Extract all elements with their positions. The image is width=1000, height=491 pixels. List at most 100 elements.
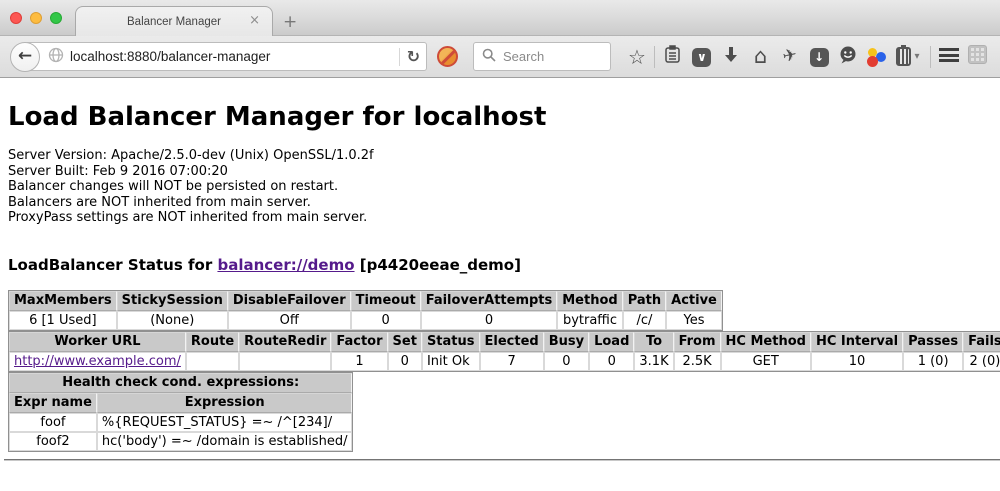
page-title: Load Balancer Manager for localhost <box>8 102 992 132</box>
server-version-line: Server Version: Apache/2.5.0-dev (Unix) … <box>8 148 992 164</box>
bookmark-star-icon[interactable]: ☆ <box>625 47 649 67</box>
table-row: foof2 hc('body') =~ /domain is establish… <box>9 432 352 451</box>
table-header-row: Expr name Expression <box>9 393 352 413</box>
expression-cell: %{REQUEST_STATUS} =~ /^[234]/ <box>97 413 353 432</box>
globe-icon <box>48 47 64 67</box>
browser-window: Balancer Manager × + ← localhost:8880/ba… <box>0 0 1000 491</box>
passes-cell: 1 (0) <box>903 352 963 371</box>
fails-cell: 2 (0) <box>963 352 1000 371</box>
tab-title: Balancer Manager <box>127 16 221 28</box>
column-header: Factor <box>331 332 387 352</box>
column-header: Method <box>557 291 622 311</box>
reading-list-icon[interactable] <box>661 45 685 68</box>
reload-button[interactable]: ↻ <box>407 49 420 65</box>
column-header: Fails <box>963 332 1000 352</box>
save-page-icon[interactable]: ↓ <box>807 46 831 67</box>
column-header: From <box>674 332 721 352</box>
elected-cell: 7 <box>480 352 544 371</box>
home-icon[interactable]: ⌂ <box>748 46 772 67</box>
server-info: Server Version: Apache/2.5.0-dev (Unix) … <box>8 148 992 226</box>
server-built-line: Server Built: Feb 9 2016 07:00:20 <box>8 164 992 180</box>
persist-note-line: Balancer changes will NOT be persisted o… <box>8 179 992 195</box>
factor-cell: 1 <box>331 352 387 371</box>
set-cell: 0 <box>388 352 422 371</box>
bottom-divider <box>4 459 1000 461</box>
maxmembers-cell: 6 [1 Used] <box>9 311 117 330</box>
column-header: Route <box>186 332 239 352</box>
downloads-icon[interactable] <box>719 46 743 68</box>
column-header: Set <box>388 332 422 352</box>
expr-name-cell: foof <box>9 413 97 432</box>
path-cell: /c/ <box>623 311 666 330</box>
back-button[interactable]: ← <box>10 42 40 72</box>
method-cell: bytraffic <box>557 311 622 330</box>
menu-hamburger-icon[interactable] <box>937 47 961 66</box>
chevron-down-icon[interactable]: ▾ <box>914 51 919 62</box>
window-controls <box>10 12 62 24</box>
pocket-icon[interactable]: ∨ <box>690 46 714 67</box>
table-row: foof %{REQUEST_STATUS} =~ /^[234]/ <box>9 413 352 432</box>
from-cell: 2.5K <box>674 352 721 371</box>
navigation-toolbar: ← localhost:8880/balancer-manager ↻ Sear… <box>0 36 1000 78</box>
column-header: Status <box>422 332 480 352</box>
balancer-status-heading: LoadBalancer Status for balancer://demo … <box>8 256 992 274</box>
routeredir-cell <box>239 352 331 371</box>
column-header: MaxMembers <box>9 291 117 311</box>
balancer-settings-table: MaxMembers StickySession DisableFailover… <box>8 290 723 331</box>
column-header: Path <box>623 291 666 311</box>
titlebar: Balancer Manager × + <box>0 0 1000 36</box>
column-header: Expr name <box>9 393 97 413</box>
url-bar[interactable]: localhost:8880/balancer-manager ↻ <box>25 42 427 71</box>
page-content: Load Balancer Manager for localhost Serv… <box>0 78 1000 461</box>
battery-icon <box>896 47 911 66</box>
column-header: StickySession <box>117 291 228 311</box>
close-tab-icon[interactable]: × <box>249 13 260 28</box>
column-header: HC Interval <box>811 332 903 352</box>
worker-url-link[interactable]: http://www.example.com/ <box>14 354 181 369</box>
failoverattempts-cell: 0 <box>421 311 558 330</box>
urlbar-divider <box>399 48 400 66</box>
new-tab-button[interactable]: + <box>283 14 297 31</box>
proxypass-note-line: ProxyPass settings are NOT inherited fro… <box>8 210 992 226</box>
tab-balancer-manager[interactable]: Balancer Manager × <box>75 6 273 36</box>
container-extension-icon[interactable]: ▾ <box>891 47 925 66</box>
close-window-button[interactable] <box>10 12 22 24</box>
zoom-window-button[interactable] <box>50 12 62 24</box>
table-row: 6 [1 Used] (None) Off 0 0 bytraffic /c/ … <box>9 311 722 330</box>
health-check-table: Health check cond. expressions: Expr nam… <box>8 372 353 452</box>
expr-name-cell: foof2 <box>9 432 97 451</box>
status-cell: Init Ok <box>422 352 480 371</box>
stickysession-cell: (None) <box>117 311 228 330</box>
to-cell: 3.1K <box>634 352 673 371</box>
plugin-blocked-icon[interactable] <box>437 46 458 67</box>
load-cell: 0 <box>589 352 634 371</box>
hc-method-cell: GET <box>721 352 811 371</box>
balancer-demo-link[interactable]: balancer://demo <box>217 256 354 274</box>
minimize-window-button[interactable] <box>30 12 42 24</box>
toolbar-divider <box>930 46 931 68</box>
status-suffix: [p4420eeae_demo] <box>355 256 521 274</box>
column-header: RouteRedir <box>239 332 331 352</box>
status-prefix: LoadBalancer Status for <box>8 256 217 274</box>
route-cell <box>186 352 239 371</box>
hc-interval-cell: 10 <box>811 352 903 371</box>
column-header: Busy <box>544 332 589 352</box>
worker-status-table: Worker URL Route RouteRedir Factor Set S… <box>8 331 1000 372</box>
table-header-row: Worker URL Route RouteRedir Factor Set S… <box>9 332 1000 352</box>
send-tab-icon[interactable]: ✈ <box>776 46 803 68</box>
column-header: Elected <box>480 332 544 352</box>
tab-groups-icon[interactable] <box>966 45 990 68</box>
active-cell: Yes <box>666 311 722 330</box>
search-bar[interactable]: Search <box>473 42 611 71</box>
colored-dots-extension-icon[interactable] <box>866 47 886 67</box>
health-table-caption: Health check cond. expressions: <box>9 373 352 393</box>
back-icon: ← <box>18 48 32 65</box>
chat-smiley-icon[interactable] <box>836 45 860 69</box>
disablefailover-cell: Off <box>228 311 351 330</box>
url-text[interactable]: localhost:8880/balancer-manager <box>70 49 392 64</box>
inherit-note-line: Balancers are NOT inherited from main se… <box>8 195 992 211</box>
toolbar-divider <box>654 46 655 68</box>
toolbar-icons: ☆ ∨ ⌂ ✈ ↓ ▾ <box>625 45 990 69</box>
column-header: Worker URL <box>9 332 186 352</box>
search-icon <box>482 47 496 66</box>
